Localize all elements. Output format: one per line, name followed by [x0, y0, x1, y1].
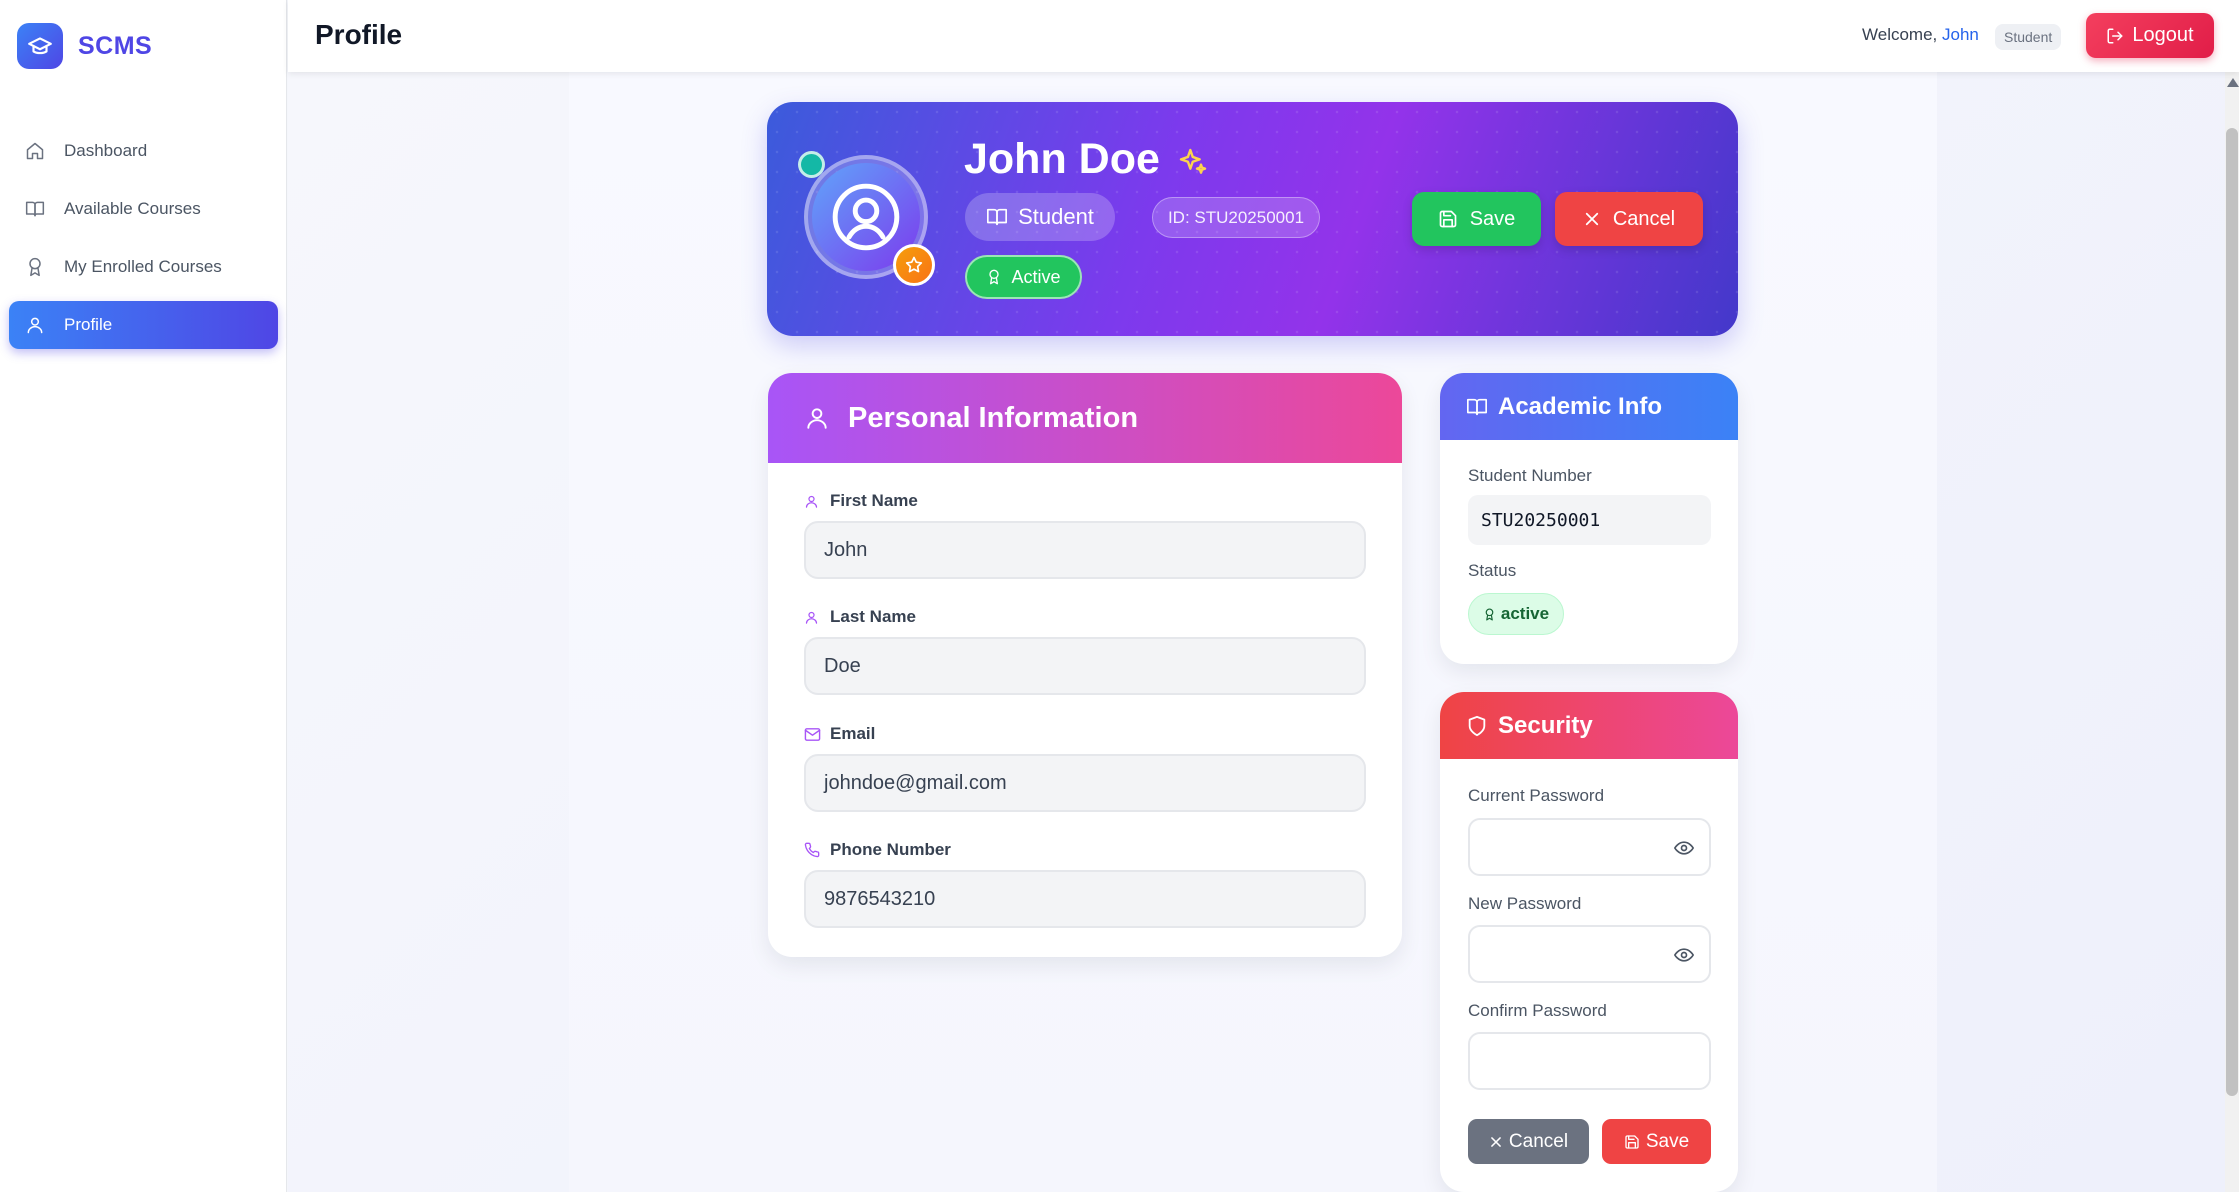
- first-name-field: First Name John: [804, 489, 1366, 579]
- role-pill-label: Student: [1018, 204, 1094, 229]
- student-id-pill: ID: STU20250001: [1152, 197, 1320, 238]
- student-number-label: Student Number: [1468, 466, 1592, 485]
- status-label: Status: [1468, 561, 1517, 580]
- top-header: Profile Welcome, John Student Logout: [288, 0, 2239, 72]
- logout-button[interactable]: Logout: [2086, 13, 2214, 58]
- new-password-input[interactable]: [1468, 925, 1711, 983]
- personal-information-card: Personal Information First Name John Las…: [768, 373, 1402, 957]
- close-icon: [1583, 210, 1601, 228]
- save-password-button[interactable]: Save: [1602, 1119, 1711, 1164]
- save-profile-button[interactable]: Save: [1412, 192, 1541, 246]
- cancel-profile-button[interactable]: Cancel: [1555, 192, 1703, 246]
- confirm-password-label: Confirm Password: [1468, 1001, 1607, 1020]
- student-number-value: STU20250001: [1468, 495, 1711, 545]
- role-pill: Student: [965, 193, 1115, 241]
- card-title: Personal Information: [848, 401, 1139, 434]
- sidebar: SCMS Dashboard Available Courses My Enro…: [0, 0, 287, 1192]
- field-label: Email: [804, 722, 1366, 746]
- academic-info-header: Academic Info: [1440, 373, 1738, 440]
- sidebar-item-label: Profile: [64, 315, 113, 334]
- confirm-password-input[interactable]: [1468, 1032, 1711, 1090]
- email-field: Email johndoe@gmail.com: [804, 722, 1366, 812]
- book-open-icon: [986, 206, 1008, 228]
- logout-label: Logout: [2132, 24, 2194, 46]
- user-icon: [24, 314, 46, 336]
- save-icon: [1438, 209, 1458, 229]
- star-icon: [893, 244, 935, 286]
- current-password-label: Current Password: [1468, 786, 1605, 805]
- book-open-icon: [24, 198, 46, 220]
- logout-icon: [2106, 27, 2124, 45]
- cancel-password-button[interactable]: Cancel: [1468, 1119, 1589, 1164]
- eye-icon[interactable]: [1673, 838, 1695, 858]
- status-badge: active: [1468, 593, 1564, 635]
- eye-icon[interactable]: [1673, 945, 1695, 965]
- graduation-cap-icon: [17, 23, 63, 69]
- phone-number-field: Phone Number 9876543210: [804, 838, 1366, 928]
- brand[interactable]: SCMS: [17, 23, 152, 69]
- mail-icon: [804, 727, 822, 742]
- welcome-text: Welcome, John: [1862, 25, 1979, 45]
- user-icon: [804, 494, 822, 509]
- scroll-up-arrow-icon[interactable]: [2227, 78, 2239, 87]
- security-card: Security Current Password New Password C…: [1440, 692, 1738, 1192]
- card-title: Academic Info: [1498, 392, 1663, 420]
- email-input[interactable]: johndoe@gmail.com: [804, 754, 1366, 812]
- save-label: Save: [1645, 1130, 1690, 1152]
- page-title: Profile: [315, 19, 403, 50]
- user-icon: [804, 405, 830, 431]
- sidebar-item-my-enrolled-courses[interactable]: My Enrolled Courses: [9, 243, 278, 291]
- award-icon: [24, 256, 46, 278]
- online-status-dot: [798, 151, 825, 178]
- welcome-prefix: Welcome,: [1862, 25, 1942, 44]
- personal-information-header: Personal Information: [768, 373, 1402, 463]
- user-icon: [804, 610, 822, 625]
- sparkles-icon: [1177, 146, 1209, 183]
- field-label-text: First Name: [830, 491, 918, 510]
- home-icon: [24, 140, 46, 162]
- save-label: Save: [1469, 207, 1516, 230]
- field-label: First Name: [804, 489, 1366, 513]
- book-open-icon: [1466, 396, 1488, 418]
- shield-icon: [1466, 715, 1488, 737]
- new-password-label: New Password: [1468, 894, 1582, 913]
- profile-full-name: John Doe: [964, 135, 1160, 183]
- cancel-label: Cancel: [1508, 1130, 1569, 1152]
- field-label: Phone Number: [804, 838, 1366, 862]
- award-icon: [1483, 607, 1496, 621]
- first-name-input[interactable]: John: [804, 521, 1366, 579]
- scrollbar-thumb[interactable]: [2226, 128, 2238, 1096]
- academic-info-card: Academic Info Student Number STU20250001…: [1440, 373, 1738, 664]
- status-badge: Active: [965, 255, 1082, 299]
- cancel-label: Cancel: [1612, 207, 1676, 230]
- close-icon: [1489, 1135, 1503, 1149]
- save-icon: [1624, 1134, 1640, 1150]
- profile-hero: John Doe Student ID: STU20250001 Active …: [767, 102, 1738, 336]
- sidebar-item-available-courses[interactable]: Available Courses: [9, 185, 278, 233]
- field-label-text: Phone Number: [830, 840, 951, 859]
- field-label: Last Name: [804, 605, 1366, 629]
- sidebar-item-profile[interactable]: Profile: [9, 301, 278, 349]
- field-label-text: Last Name: [830, 607, 916, 626]
- phone-icon: [804, 842, 822, 858]
- sidebar-item-label: Available Courses: [64, 199, 201, 218]
- brand-name: SCMS: [78, 31, 153, 60]
- security-header: Security: [1440, 692, 1738, 759]
- status-value: active: [1500, 604, 1550, 623]
- sidebar-item-label: My Enrolled Courses: [64, 257, 222, 276]
- role-badge: Student: [1995, 24, 2062, 50]
- last-name-field: Last Name Doe: [804, 605, 1366, 695]
- welcome-user-name: John: [1942, 25, 1979, 44]
- field-label-text: Email: [830, 724, 876, 743]
- award-icon: [986, 269, 1002, 285]
- sidebar-item-dashboard[interactable]: Dashboard: [9, 127, 278, 175]
- phone-number-input[interactable]: 9876543210: [804, 870, 1366, 928]
- current-password-input[interactable]: [1468, 818, 1711, 876]
- sidebar-nav: Dashboard Available Courses My Enrolled …: [9, 127, 278, 359]
- last-name-input[interactable]: Doe: [804, 637, 1366, 695]
- status-label: Active: [1011, 266, 1061, 287]
- sidebar-item-label: Dashboard: [64, 141, 148, 160]
- card-title: Security: [1498, 711, 1593, 739]
